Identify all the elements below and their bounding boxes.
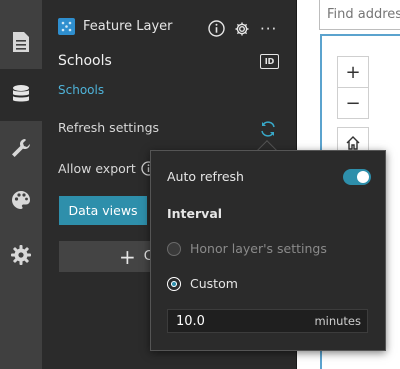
- allow-export-label: Allow export: [58, 161, 136, 176]
- zoom-out-icon: −: [345, 92, 361, 114]
- refresh-settings-label: Refresh settings: [58, 120, 160, 135]
- more-options-button[interactable]: ···: [260, 20, 277, 38]
- info-icon: [208, 20, 225, 37]
- radio-custom[interactable]: [167, 276, 181, 291]
- palette-icon: [12, 190, 31, 209]
- gear-icon: [235, 22, 249, 36]
- data-views-label: Data views: [68, 203, 138, 218]
- interval-unit: minutes: [314, 314, 361, 328]
- interval-heading: Interval: [167, 206, 223, 221]
- zoom-in-icon: +: [345, 61, 361, 83]
- allow-export-row: Allow export: [58, 161, 156, 176]
- document-icon: [13, 32, 29, 52]
- layer-name: Schools: [58, 53, 112, 69]
- layer-type-label: Feature Layer: [83, 19, 173, 34]
- rail-item-pages[interactable]: [0, 16, 42, 68]
- layer-link-row: Schools: [58, 83, 104, 97]
- refresh-settings-button[interactable]: [259, 120, 277, 142]
- zoom-in-button[interactable]: +: [337, 56, 369, 88]
- refresh-settings-row: Refresh settings: [58, 120, 159, 135]
- left-rail: [0, 0, 42, 369]
- rail-item-tools[interactable]: [0, 122, 42, 174]
- search-input[interactable]: Find address: [319, 0, 400, 30]
- refresh-icon: [261, 121, 275, 137]
- info-button[interactable]: [208, 20, 225, 41]
- layer-header: Feature Layer: [58, 18, 173, 35]
- honor-layer-settings-label: Honor layer's settings: [190, 241, 327, 256]
- toggle-knob: [357, 171, 369, 183]
- rail-item-data[interactable]: [0, 69, 42, 121]
- feature-layer-icon: [58, 18, 75, 35]
- id-button[interactable]: ID: [260, 54, 279, 69]
- data-views-button[interactable]: Data views: [59, 196, 147, 225]
- radio-honor-layer-settings[interactable]: [167, 241, 181, 256]
- id-icon: ID: [264, 57, 275, 66]
- auto-refresh-toggle[interactable]: [343, 169, 371, 185]
- auto-refresh-label: Auto refresh: [167, 169, 244, 184]
- layer-source-link[interactable]: Schools: [58, 83, 104, 97]
- interval-value[interactable]: 10.0: [176, 314, 205, 329]
- wrench-icon: [12, 138, 31, 157]
- rail-item-style[interactable]: [0, 174, 42, 226]
- gear-icon: [11, 245, 31, 265]
- home-icon: [346, 136, 360, 150]
- custom-label: Custom: [190, 276, 238, 291]
- interval-input[interactable]: 10.0 minutes: [167, 309, 368, 333]
- refresh-settings-popover: Auto refresh Interval Honor layer's sett…: [150, 150, 386, 351]
- more-icon: ···: [260, 20, 278, 38]
- plus-icon: +: [119, 244, 136, 269]
- custom-option[interactable]: Custom: [167, 276, 238, 291]
- layer-name-row: Schools: [58, 53, 112, 69]
- database-icon: [13, 85, 29, 102]
- rail-item-settings[interactable]: [0, 229, 42, 281]
- zoom-out-button[interactable]: −: [337, 87, 369, 119]
- layer-settings-button[interactable]: [234, 21, 250, 41]
- map-selection-border: [320, 34, 400, 36]
- honor-layer-settings-option[interactable]: Honor layer's settings: [167, 241, 327, 256]
